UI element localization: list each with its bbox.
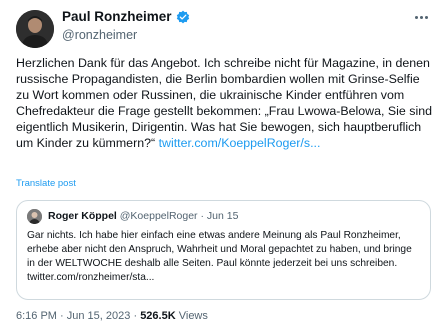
author-handle[interactable]: @ronzheimer [62,28,137,42]
post-meta: 6:16 PM · Jun 15, 2023 · 526.5K Views [16,310,208,322]
more-options-icon[interactable] [415,16,433,22]
quote-author-handle: @KoeppelRoger [119,210,198,222]
post: Paul Ronzheimer @ronzheimer Herzlichen D… [0,0,445,331]
quote-author-avatar [27,209,42,224]
author-name[interactable]: Paul Ronzheimer [62,9,172,24]
verified-badge-icon [176,10,190,24]
quote-header: Roger Köppel @KoeppelRoger · Jun 15 [48,210,238,222]
post-time[interactable]: 6:16 PM [16,310,57,322]
views-label: Views [178,310,208,322]
post-date[interactable]: Jun 15, 2023 [67,310,131,322]
translate-post-link[interactable]: Translate post [16,178,76,189]
quote-author-name: Roger Köppel [48,210,117,222]
author-name-row: Paul Ronzheimer [62,9,190,24]
meta-separator-2: · [133,310,138,322]
quote-text: Gar nichts. Ich habe hier einfach eine e… [27,230,412,283]
post-text-block: Herzlichen Dank für das Angebot. Ich sch… [16,55,432,151]
quoted-post-card[interactable]: Roger Köppel @KoeppelRoger · Jun 15 Gar … [16,200,431,300]
post-link[interactable]: twitter.com/KoeppelRoger/s... [159,136,321,150]
view-count: 526.5K [140,310,176,322]
meta-separator: · [60,310,64,322]
quote-separator: · [200,210,204,222]
author-avatar[interactable] [16,10,54,48]
quote-date: Jun 15 [206,210,239,222]
